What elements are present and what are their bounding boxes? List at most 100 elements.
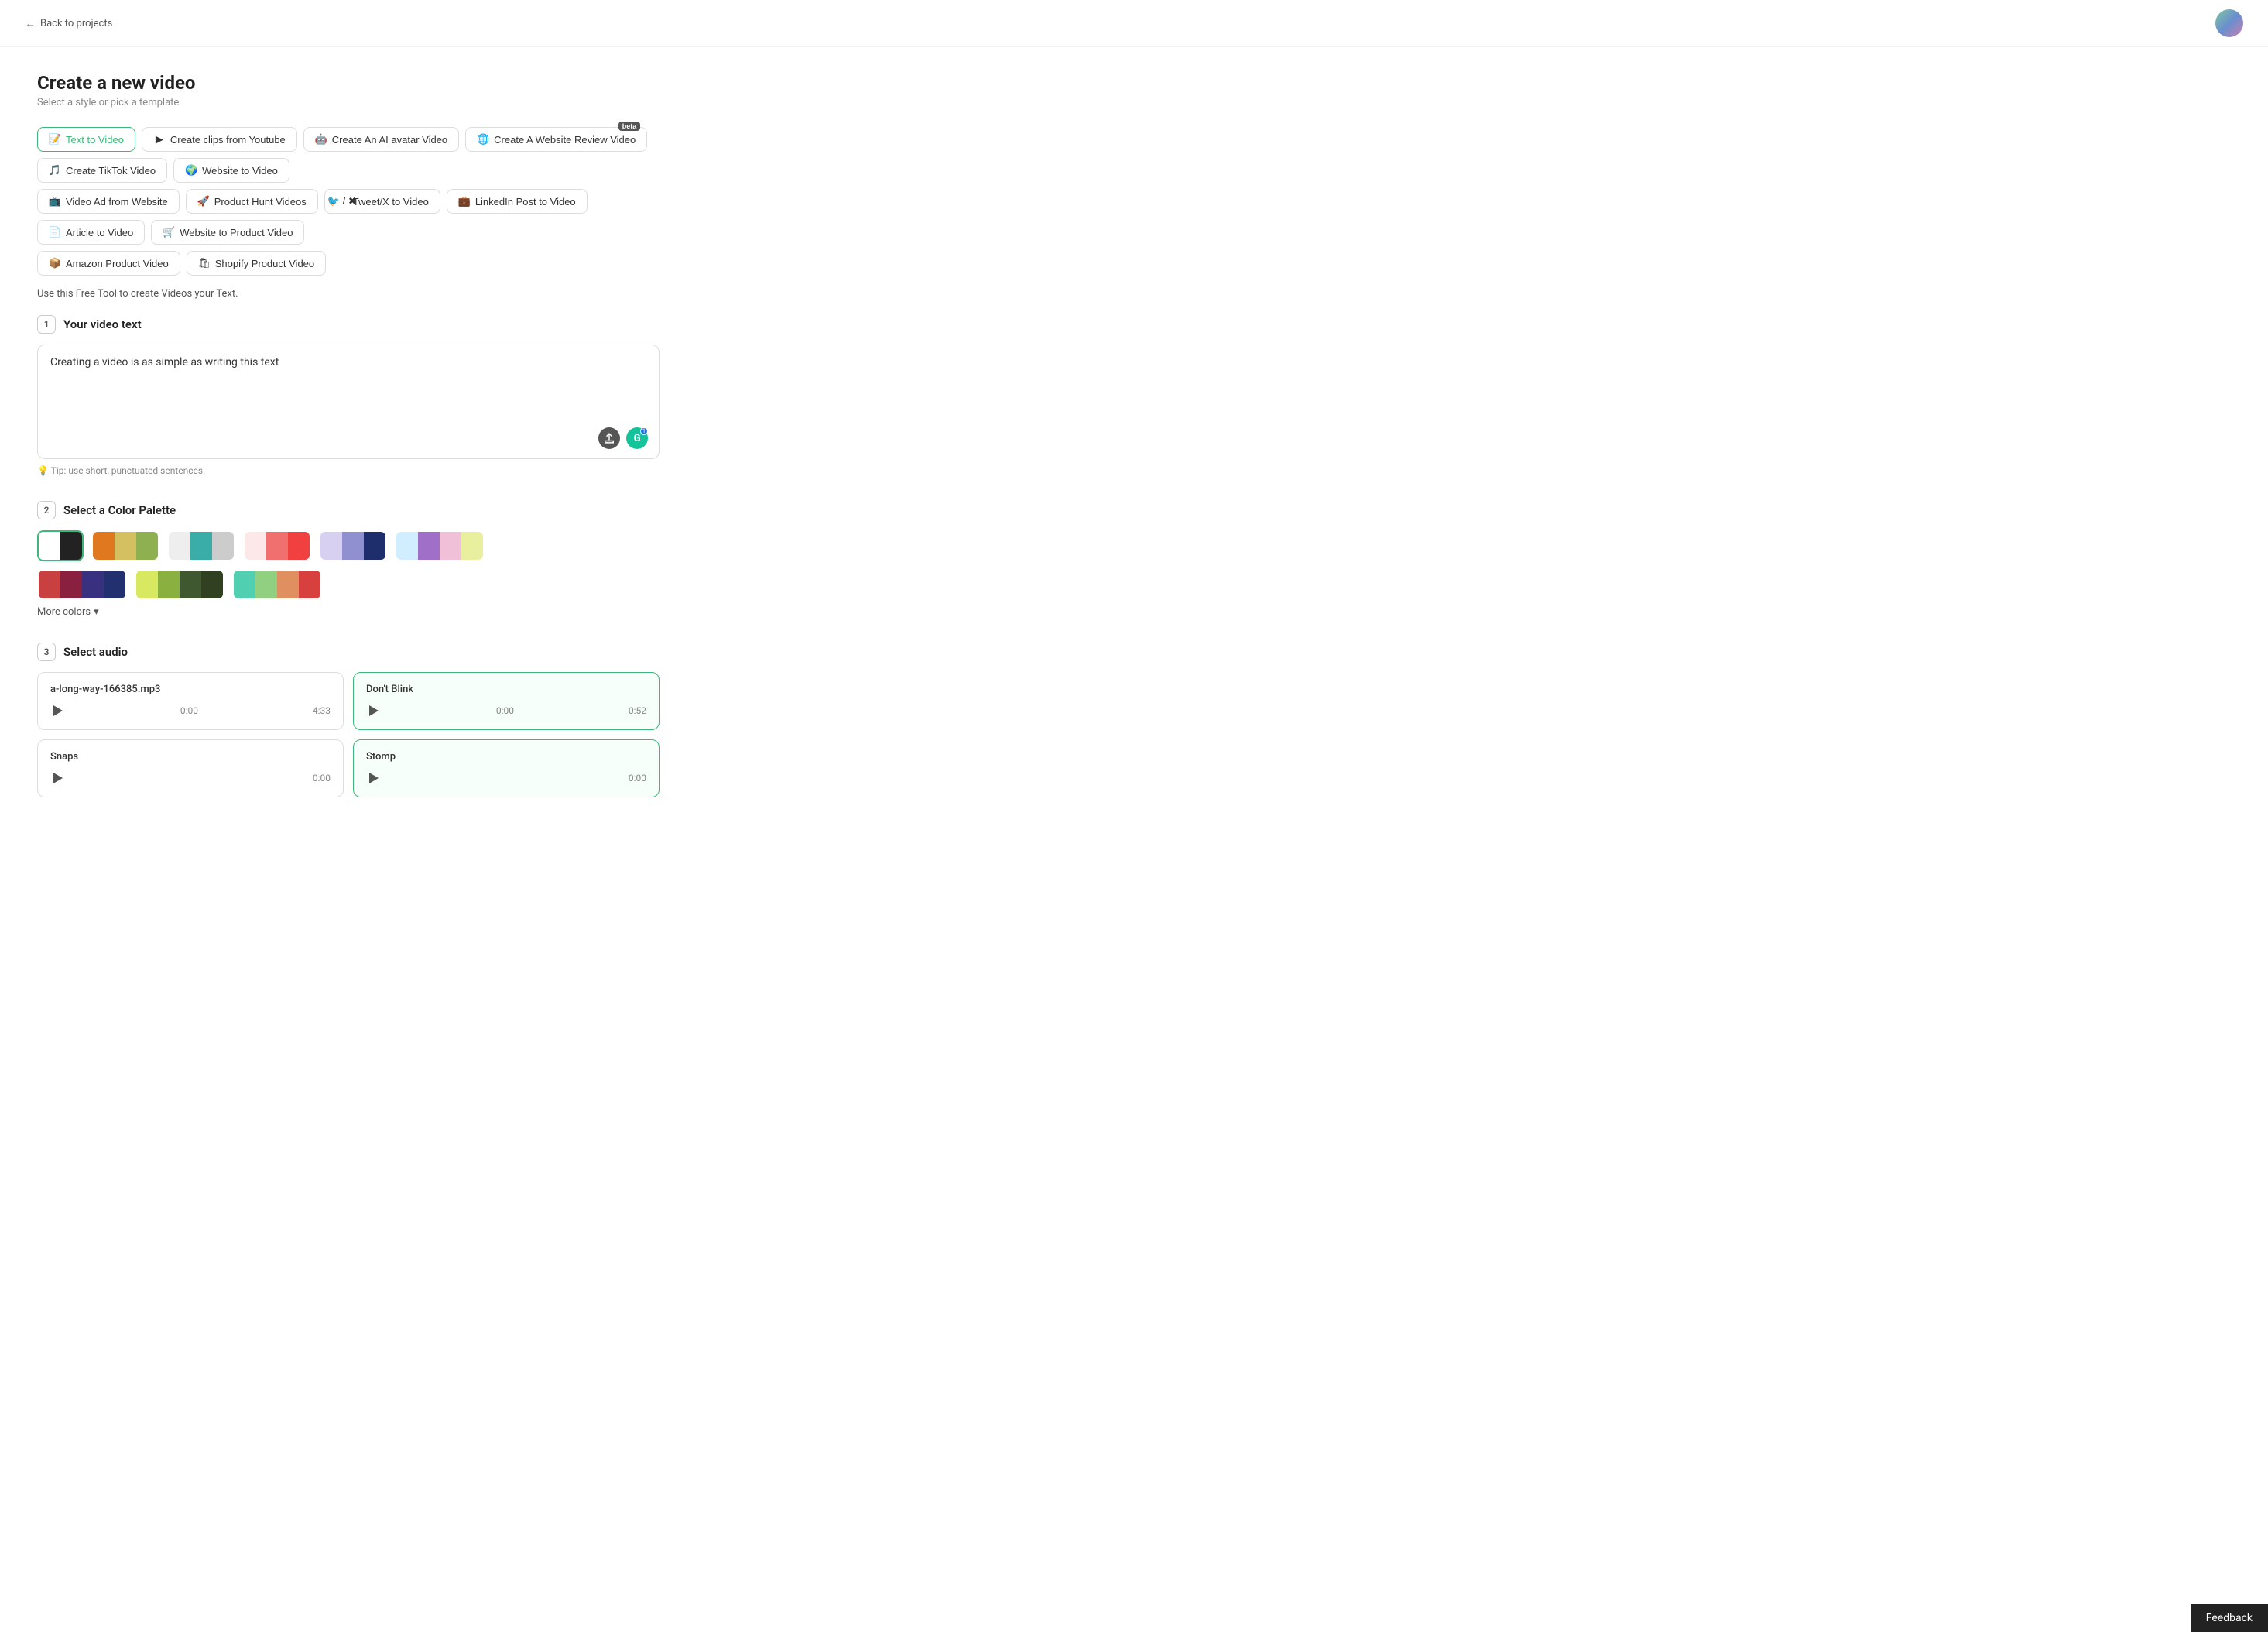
tab-website-product[interactable]: 🛒 Website to Product Video [151, 220, 304, 245]
page-title: Create a new video [37, 72, 660, 94]
tab-text-to-video[interactable]: 📝 Text to Video [37, 127, 135, 152]
avatar [2215, 9, 2243, 37]
swatch [255, 571, 277, 598]
tab-product-hunt[interactable]: 🚀 Product Hunt Videos [186, 189, 318, 214]
audio-controls-long-way: 0:00 4:33 [50, 703, 331, 718]
swatch [245, 532, 266, 560]
tab-tweet-label: Tweet/X to Video [353, 196, 429, 207]
tab-article[interactable]: 📄 Article to Video [37, 220, 145, 245]
palette-1[interactable] [37, 530, 84, 561]
play-btn-dont-blink[interactable] [366, 703, 382, 718]
tab-video-ad-label: Video Ad from Website [66, 196, 168, 207]
tab-tiktok[interactable]: 🎵 Create TikTok Video [37, 158, 167, 183]
tabs-row-1: 📝 Text to Video ▶ Create clips from Yout… [37, 127, 660, 183]
tab-tiktok-label: Create TikTok Video [66, 165, 156, 177]
website-to-video-icon: 🌍 [185, 164, 197, 177]
palette-3[interactable] [167, 530, 235, 561]
chevron-down-icon: ▾ [94, 606, 99, 618]
tab-amazon[interactable]: 📦 Amazon Product Video [37, 251, 180, 276]
tab-tweet-video[interactable]: 🐦 / ✖ Tweet/X to Video [324, 189, 440, 214]
palette-9[interactable] [232, 569, 322, 600]
tab-create-clips-label: Create clips from Youtube [170, 134, 286, 146]
back-to-projects-link[interactable]: ← Back to projects [25, 17, 112, 30]
palette-5[interactable] [319, 530, 387, 561]
palette-4[interactable] [243, 530, 311, 561]
tab-text-to-video-label: Text to Video [66, 134, 124, 146]
tab-shopify[interactable]: 🛍 Shopify Product Video [187, 251, 326, 276]
section1-title: Your video text [63, 317, 142, 331]
upload-icon-btn[interactable] [598, 427, 620, 449]
website-product-icon: 🛒 [163, 226, 175, 238]
swatch [115, 532, 136, 560]
play-btn-snaps[interactable] [50, 770, 66, 786]
time-end-long-way: 4:33 [313, 705, 331, 716]
play-btn-stomp[interactable] [366, 770, 382, 786]
header: ← Back to projects [0, 0, 2268, 47]
more-colors-btn[interactable]: More colors ▾ [37, 606, 660, 618]
play-btn-long-way[interactable] [50, 703, 66, 718]
audio-controls-stomp: 0:00 [366, 770, 646, 786]
more-colors-label: More colors [37, 606, 91, 618]
audio-card-long-way[interactable]: a-long-way-166385.mp3 0:00 4:33 [37, 672, 344, 730]
amazon-icon: 📦 [49, 257, 61, 269]
swatch [169, 532, 190, 560]
tab-website-review-label: Create A Website Review Video [494, 134, 636, 146]
audio-card-dont-blink[interactable]: Don't Blink 0:00 0:52 [353, 672, 660, 730]
tab-website-to-video-label: Website to Video [202, 165, 278, 177]
back-label: Back to projects [40, 18, 112, 29]
audio-card-stomp[interactable]: Stomp 0:00 [353, 739, 660, 797]
time-end-dont-blink: 0:52 [629, 705, 646, 716]
swatch [320, 532, 342, 560]
article-icon: 📄 [49, 226, 61, 238]
time-start-snaps: 0:00 [313, 773, 331, 783]
play-icon [369, 773, 379, 783]
tab-website-to-video[interactable]: 🌍 Website to Video [173, 158, 289, 183]
swatch [136, 571, 158, 598]
shopify-icon: 🛍 [198, 257, 211, 269]
section2-number: 2 [37, 501, 56, 519]
back-arrow-icon: ← [25, 17, 36, 30]
product-hunt-icon: 🚀 [197, 195, 210, 207]
text-area-icon-group: G 1 [598, 427, 648, 449]
section3-title: Select audio [63, 645, 128, 659]
tab-article-label: Article to Video [66, 227, 133, 238]
text-area-wrapper: Creating a video is as simple as writing… [37, 345, 660, 459]
feedback-button[interactable]: Feedback [2191, 1604, 2268, 1632]
tweet-icon: 🐦 / ✖ [336, 195, 348, 207]
swatch [158, 571, 180, 598]
swatch [288, 532, 310, 560]
grammarly-icon-btn[interactable]: G 1 [626, 427, 648, 449]
tab-website-review[interactable]: beta 🌐 Create A Website Review Video [465, 127, 647, 152]
ai-avatar-icon: 🤖 [315, 133, 327, 146]
tab-ai-avatar[interactable]: 🤖 Create An AI avatar Video [303, 127, 459, 152]
tab-linkedin-label: LinkedIn Post to Video [475, 196, 576, 207]
palette-7[interactable] [37, 569, 127, 600]
tab-amazon-label: Amazon Product Video [66, 258, 169, 269]
tab-video-ad[interactable]: 📺 Video Ad from Website [37, 189, 180, 214]
tabs-row-3: 📦 Amazon Product Video 🛍 Shopify Product… [37, 251, 660, 276]
section-video-text: 1 Your video text Creating a video is as… [37, 315, 660, 476]
website-review-icon: 🌐 [477, 133, 489, 146]
palette-8[interactable] [135, 569, 224, 600]
tab-create-clips[interactable]: ▶ Create clips from Youtube [142, 127, 297, 152]
palette-row-1 [37, 530, 660, 561]
beta-badge-review: beta [618, 122, 641, 131]
palette-2[interactable] [91, 530, 159, 561]
swatch [234, 571, 255, 598]
tab-website-product-label: Website to Product Video [180, 227, 293, 238]
tabs-row-2: 📺 Video Ad from Website 🚀 Product Hunt V… [37, 189, 660, 245]
swatch [342, 532, 364, 560]
audio-card-snaps[interactable]: Snaps 0:00 [37, 739, 344, 797]
tab-product-hunt-label: Product Hunt Videos [214, 196, 307, 207]
palette-6[interactable] [395, 530, 485, 561]
tab-ai-avatar-label: Create An AI avatar Video [332, 134, 447, 146]
video-text-input[interactable]: Creating a video is as simple as writing… [50, 356, 646, 418]
tab-linkedin[interactable]: 💼 LinkedIn Post to Video [447, 189, 588, 214]
time-start-long-way: 0:00 [180, 705, 198, 716]
swatch [201, 571, 223, 598]
section2-header: 2 Select a Color Palette [37, 501, 660, 519]
audio-title-stomp: Stomp [366, 751, 646, 763]
linkedin-icon: 💼 [458, 195, 471, 207]
section1-number: 1 [37, 315, 56, 334]
section-color-palette: 2 Select a Color Palette [37, 501, 660, 618]
